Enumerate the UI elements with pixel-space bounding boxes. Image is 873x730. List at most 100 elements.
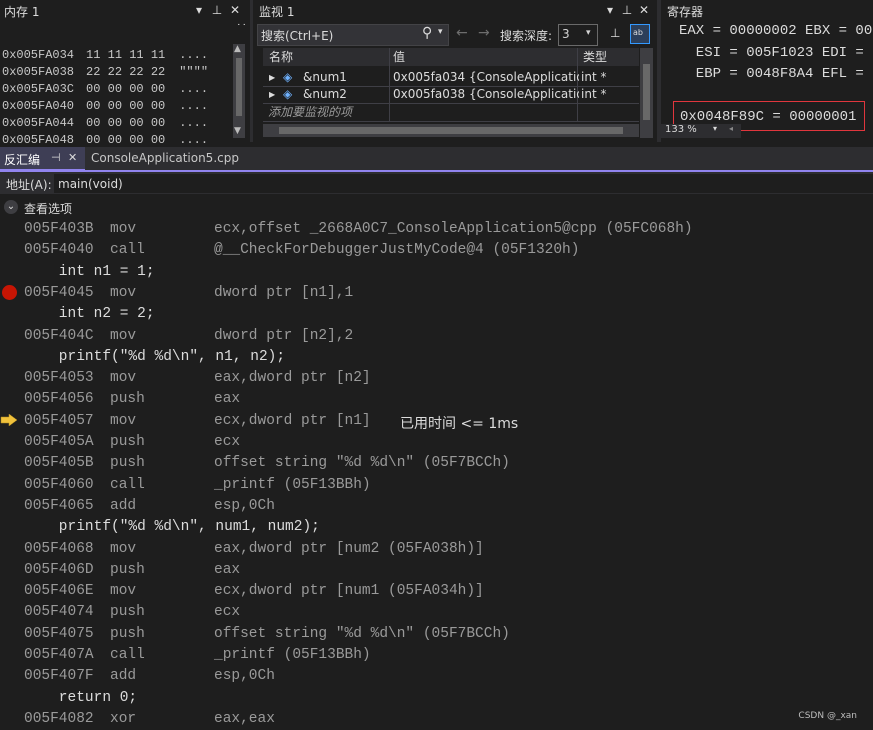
instruction-operands: eax,eax (214, 710, 275, 727)
column-type-header[interactable]: 类型 (583, 48, 607, 66)
address-label: 地址(A): (6, 178, 52, 192)
close-icon[interactable]: ✕ (228, 2, 242, 18)
watch-type: int * (581, 70, 607, 84)
source-line[interactable]: int n2 = 2; (24, 304, 155, 325)
pin-icon[interactable]: ⊥ (210, 2, 224, 18)
hex-display-toggle[interactable]: ab (630, 24, 650, 44)
memory-address: 0x005FA040 (2, 99, 75, 113)
instruction-opcode: mov (110, 327, 137, 344)
chevron-down-icon[interactable]: ⌄ (4, 200, 18, 214)
chevron-down-icon[interactable]: ▾ (438, 27, 443, 37)
watch-search-input[interactable]: 搜索(Ctrl+E) (261, 27, 333, 44)
view-options-row[interactable]: ⌄ 查看选项 (0, 198, 873, 218)
tab-source-file[interactable]: ConsoleApplication5.cpp (86, 147, 282, 169)
column-name-header[interactable]: 名称 (269, 48, 293, 66)
expand-arrow-icon[interactable]: ▶ (269, 69, 275, 86)
memory-title-bar: 内存 1 ▾ ⊥ ✕ (0, 0, 250, 20)
instruction-address: 005F4040 (24, 242, 94, 259)
dropdown-icon[interactable]: ▾ (603, 2, 617, 18)
close-icon[interactable]: ✕ (68, 151, 77, 164)
memory-chars: .... (179, 99, 209, 113)
watch-add-item[interactable]: 添加要监视的项 (268, 104, 388, 121)
instruction-operands: eax,dword ptr [num2 (05FA038h)] (214, 540, 484, 557)
scroll-left-icon[interactable]: ◂ (729, 124, 733, 133)
instruction-operands: dword ptr [n1],1 (214, 284, 354, 301)
instruction-address: 005F4074 (24, 604, 94, 621)
variable-icon: ◈ (283, 70, 293, 84)
memory-bytes[interactable]: 00 00 00 00 (86, 99, 165, 113)
expand-arrow-icon[interactable]: ▶ (269, 86, 275, 103)
search-icon[interactable]: ⚲ (422, 25, 432, 41)
forward-arrow-icon[interactable]: → (478, 25, 490, 41)
close-icon[interactable]: ✕ (637, 2, 651, 18)
address-input[interactable]: main(void) (54, 174, 873, 193)
instruction-opcode: push (110, 434, 145, 450)
source-line[interactable]: return 0; (24, 688, 137, 709)
search-depth-value: 3 (562, 27, 570, 41)
watch-hscrollbar[interactable] (263, 124, 639, 137)
disassembly-view[interactable]: 005F403B mov ecx,offset _2668A0C7_ConsoleA… (0, 219, 873, 729)
pin-filter-icon[interactable]: ⊥ (610, 26, 620, 40)
pin-icon[interactable]: ⊣ (51, 151, 61, 164)
watch-row[interactable]: ▶ ◈ &num2 0x005fa038 {ConsoleApplication...… (263, 86, 639, 103)
zoom-control[interactable]: 133 % ▾ ◂ (661, 124, 741, 138)
source-line[interactable]: printf("%d %d\n", num1, num2); (24, 517, 320, 538)
watch-title-bar: 监视 1 ▾ ⊥ ✕ (253, 0, 657, 20)
memory-bytes[interactable]: 00 00 00 00 (86, 82, 165, 96)
watch-type: int * (581, 87, 607, 101)
watch-value[interactable]: 0x005fa038 {ConsoleApplication... (393, 86, 579, 103)
watch-search-box[interactable]: 搜索(Ctrl+E) ⚲ ▾ (257, 24, 449, 46)
variable-icon: ◈ (283, 87, 293, 101)
tab-disassembly-label: 反汇编 (4, 153, 41, 167)
source-line[interactable]: int n1 = 1; (24, 262, 155, 283)
memory-row[interactable]: 0x005FA034 11 11 11 11.... (2, 47, 208, 63)
back-arrow-icon[interactable]: ← (456, 25, 468, 41)
instruction-operands: @__CheckForDebuggerJustMyCode@4 (05F1320… (214, 242, 580, 259)
column-value-header[interactable]: 值 (393, 48, 405, 66)
instruction-operands: ecx,dword ptr [n1] (214, 412, 371, 429)
instruction-address: 005F4045 (24, 284, 94, 301)
memory-bytes[interactable]: 00 00 00 00 (86, 133, 165, 147)
instruction-opcode: add (110, 668, 137, 685)
memory-scroll-thumb[interactable] (236, 58, 242, 116)
watch-scrollbar[interactable] (640, 48, 653, 138)
search-depth-label: 搜索深度: (500, 29, 553, 43)
breakpoint-icon[interactable] (2, 285, 17, 300)
memory-row[interactable]: 0x005FA040 00 00 00 00.... (2, 98, 208, 114)
memory-bytes[interactable]: 00 00 00 00 (86, 116, 165, 130)
dropdown-icon[interactable]: ▾ (192, 2, 206, 18)
memory-bytes[interactable]: 22 22 22 22 (86, 65, 165, 79)
instruction-address: 005F404C (24, 327, 94, 344)
pin-icon[interactable]: ⊥ (620, 2, 634, 18)
scroll-up-icon[interactable]: ▲ (234, 44, 241, 54)
memory-row[interactable]: 0x005FA044 00 00 00 00.... (2, 115, 208, 131)
memory-panel: 内存 1 ▾ ⊥ ✕ ˙˙ 0x005FA034 11 11 11 11.... 0… (0, 0, 250, 147)
tab-disassembly[interactable]: 反汇编 ⊣ ✕ (0, 147, 85, 171)
instruction-opcode: push (110, 604, 145, 621)
memory-chars: .... (179, 116, 209, 130)
instruction-opcode: mov (110, 284, 137, 301)
memory-options-icon[interactable]: ˙˙ (236, 22, 247, 35)
watch-scroll-thumb[interactable] (643, 64, 650, 120)
memory-row[interactable]: 0x005FA038 22 22 22 22 """" (2, 64, 208, 80)
source-line[interactable]: printf("%d %d\n", n1, n2); (24, 347, 285, 368)
memory-row[interactable]: 0x005FA03C 00 00 00 00.... (2, 81, 208, 97)
scroll-down-icon[interactable]: ▼ (234, 126, 241, 136)
instruction-address: 005F406D (24, 561, 94, 578)
memory-title: 内存 1 (4, 5, 40, 19)
watch-row[interactable]: ▶ ◈ &num1 0x005fa034 {ConsoleApplication...… (263, 69, 639, 86)
memory-scrollbar[interactable]: ▲ ▼ (233, 44, 245, 138)
instruction-operands: offset string "%d %d\n" (05F7BCCh) (214, 625, 510, 642)
watch-value[interactable]: 0x005fa034 {ConsoleApplication... (393, 69, 579, 86)
memory-bytes[interactable]: 11 11 11 11 (86, 48, 165, 62)
instruction-address: 005F406E (24, 583, 94, 600)
register-line: EBP = 0048F8A4 EFL = (679, 66, 864, 82)
hex-icon: ab (633, 28, 643, 37)
instruction-opcode: mov (110, 540, 137, 557)
register-line: ESI = 005F1023 EDI = (679, 45, 864, 61)
watch-hscroll-thumb[interactable] (279, 127, 623, 134)
instruction-operands: ecx,offset _2668A0C7_ConsoleApplication5… (214, 221, 693, 237)
instruction-address: 005F4053 (24, 370, 94, 387)
search-depth-select[interactable]: 3 ▾ (558, 24, 598, 46)
memory-row[interactable]: 0x005FA048 00 00 00 00.... (2, 132, 208, 148)
